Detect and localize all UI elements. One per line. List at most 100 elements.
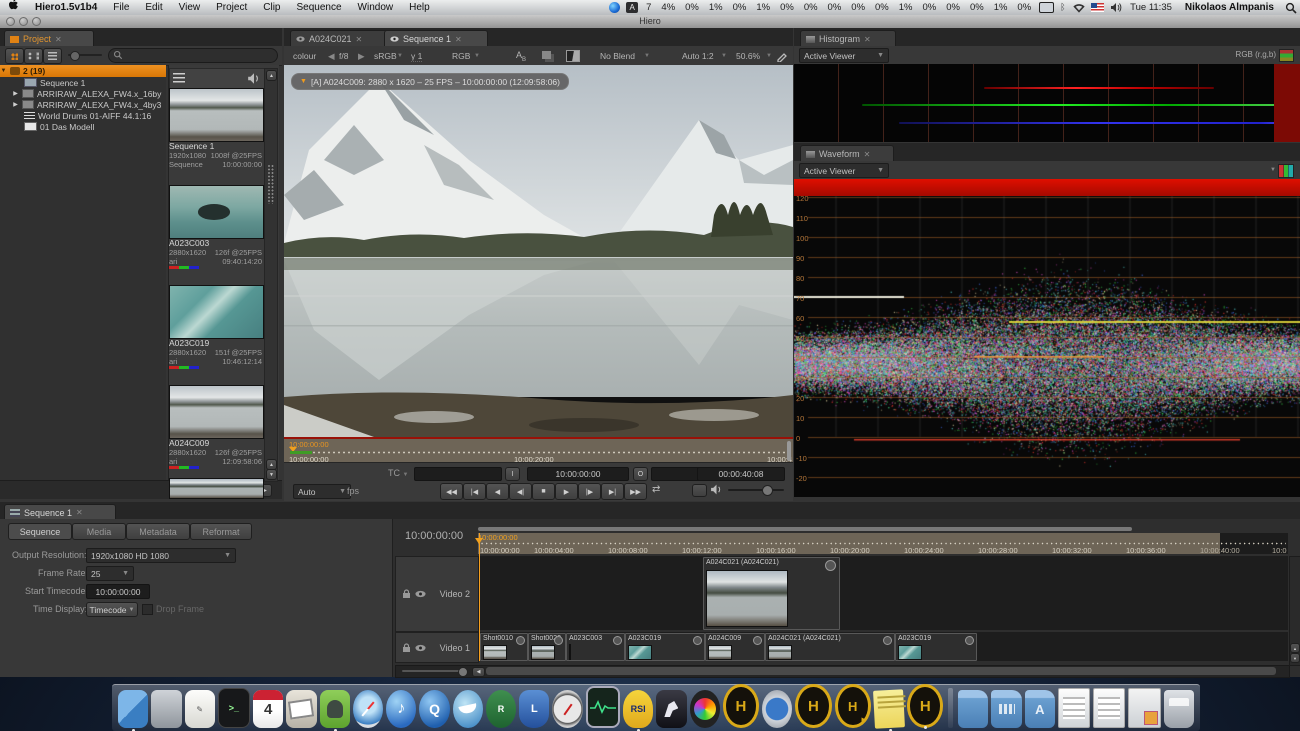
tab-timeline-sequence[interactable]: Sequence 1 ✕ <box>4 504 116 520</box>
volume-icon[interactable] <box>1110 2 1122 13</box>
list-view-button[interactable] <box>43 48 62 64</box>
window-close-button[interactable] <box>6 17 15 26</box>
waveform-viewer-select[interactable]: Active Viewer▼ <box>799 163 889 178</box>
close-icon[interactable]: ✕ <box>55 35 62 44</box>
playhead-marker[interactable] <box>289 447 297 452</box>
chevron-right-icon[interactable]: ▶ <box>12 90 19 97</box>
channels-select[interactable]: RGB <box>452 51 470 61</box>
viewer-scrubber[interactable]: 10:00:00:00 10:00:00:00 10:00:20:00 10:0… <box>284 437 793 464</box>
close-icon[interactable]: ✕ <box>76 508 83 517</box>
set-out-button[interactable]: O <box>633 467 648 481</box>
menu-view[interactable]: View <box>171 0 209 15</box>
apple-menu[interactable] <box>0 0 27 16</box>
tab-reformat[interactable]: Reformat <box>190 523 252 540</box>
dock-finder[interactable] <box>118 690 148 728</box>
clip-thumbnail[interactable] <box>169 285 264 339</box>
track-lane-video1[interactable]: Shot0010 Shot0020 A023C003 A023C019 A024… <box>478 632 1288 661</box>
step-forward-button[interactable]: |▶ <box>578 483 601 500</box>
dock-dark-horse-app[interactable] <box>656 690 686 728</box>
loop-mode-button[interactable]: ⇄ <box>652 484 660 495</box>
proxy-select[interactable]: Auto 1:2 <box>682 51 714 61</box>
menu-clock[interactable]: Tue 11:35 <box>1125 2 1177 13</box>
duration-field[interactable]: 00:00:40:08 <box>697 467 785 481</box>
colorspace-select[interactable]: sRGB <box>374 51 397 61</box>
zoom-select[interactable]: 50.6% <box>736 51 760 61</box>
set-in-button[interactable]: I <box>505 467 520 481</box>
tc-mode-select[interactable]: TC ▼ <box>388 468 408 478</box>
fstop-value[interactable]: f/8 <box>339 51 348 61</box>
dock-rsi-guard[interactable]: RSI <box>623 690 653 728</box>
display-menu-icon[interactable] <box>1039 2 1054 13</box>
dock-textedit[interactable]: ✎ <box>185 690 215 728</box>
gamma-control[interactable]: γ 1 <box>411 51 422 62</box>
lock-icon[interactable] <box>402 589 411 599</box>
dock-folder-downloads[interactable] <box>958 690 988 728</box>
close-icon[interactable]: ✕ <box>864 150 871 159</box>
scroll-down-button[interactable]: ▼ <box>1290 653 1300 663</box>
clip-thumbnail[interactable] <box>169 385 264 439</box>
menu-user[interactable]: Nikolaos Almpanis <box>1177 2 1282 13</box>
dock-calendar[interactable]: 4 <box>253 690 283 728</box>
track-header-video2[interactable]: Video 2 <box>395 556 479 632</box>
step-backward-button[interactable]: ◀| <box>509 483 532 500</box>
menu-help[interactable]: Help <box>401 0 438 15</box>
tab-project[interactable]: Project ✕ <box>4 30 94 47</box>
ab-compare-icon[interactable]: AB <box>516 50 526 63</box>
current-timecode-field[interactable]: 10:00:00:00 <box>527 467 629 481</box>
scroll-up-button[interactable]: ▲ <box>266 70 277 81</box>
rgb-parade-icon[interactable] <box>1278 164 1294 178</box>
play-button[interactable]: ▶ <box>555 483 578 500</box>
time-display-button[interactable]: Timecode▼ <box>86 602 138 617</box>
window-titlebar[interactable]: Hiero <box>0 15 1300 29</box>
clip-badge-icon[interactable] <box>825 560 836 571</box>
blend-select[interactable]: No Blend <box>600 51 635 61</box>
timeline-clip[interactable]: A024C021 (A024C021) <box>765 633 895 661</box>
app-menu-title[interactable]: Hiero1.5v1b4 <box>27 0 105 15</box>
tree-root-row[interactable]: ▼ 2 (19) <box>0 65 166 77</box>
clip-thumbnail[interactable] <box>169 88 264 142</box>
scroll-handle[interactable] <box>267 164 274 204</box>
menu-clip[interactable]: Clip <box>255 0 288 15</box>
dock-quicktime[interactable]: Q <box>419 690 449 728</box>
eyedropper-icon[interactable] <box>776 49 789 62</box>
eye-icon[interactable] <box>415 644 426 652</box>
dock-davinci-resolve[interactable] <box>690 690 720 728</box>
timeline-clip[interactable]: Shot0020 <box>528 633 566 661</box>
timeline-vscrollbar[interactable]: ▲ ▼ <box>1289 556 1300 666</box>
tab-viewer-clip[interactable]: A024C021 ✕ <box>290 30 390 47</box>
dock-hieroplayer[interactable]: H▶ <box>835 684 871 728</box>
histogram-viewer-select[interactable]: Active Viewer▼ <box>799 48 889 63</box>
dock-hiero[interactable]: H <box>723 684 759 728</box>
dock-trash[interactable] <box>1164 690 1194 728</box>
dock-hiero-3[interactable]: H <box>907 684 943 728</box>
lock-icon[interactable] <box>402 643 411 653</box>
dock-openoffice[interactable] <box>453 690 483 728</box>
fstop-plus[interactable]: ▶ <box>358 51 365 62</box>
dock-dashboard-gauge[interactable] <box>552 690 582 728</box>
previous-edit-button[interactable]: |◀ <box>463 483 486 500</box>
globe-status-icon[interactable] <box>609 2 620 13</box>
timeline-clip[interactable]: Shot0010 <box>480 633 528 661</box>
viewer-image[interactable]: ▼ [A] A024C009: 2880 x 1620 – 25 FPS – 1… <box>284 65 793 437</box>
bluetooth-icon[interactable]: ᛒ <box>1060 2 1067 13</box>
timeline-clip[interactable]: A023C019 <box>625 633 705 661</box>
close-icon[interactable]: ✕ <box>356 35 363 44</box>
dock-external-drive[interactable] <box>151 690 181 728</box>
dock-nuke[interactable] <box>762 690 792 728</box>
volume-slider[interactable] <box>728 489 784 491</box>
scroll-down-button[interactable]: ▼ <box>266 469 277 480</box>
tree-item-audio[interactable]: World Drums 01-AIFF 44.1:16 <box>0 110 166 121</box>
tab-media[interactable]: Media <box>72 523 126 540</box>
chevron-down-icon[interactable]: ▼ <box>0 68 7 74</box>
dock-document-window-2[interactable] <box>1093 688 1125 728</box>
timeline-clip[interactable]: A024C021 (A024C021) <box>703 557 840 630</box>
channel-layers-icon[interactable] <box>1279 49 1294 62</box>
menu-window[interactable]: Window <box>350 0 402 15</box>
dock-document-window-3[interactable] <box>1128 688 1160 728</box>
dock-itunes[interactable]: ♪ <box>386 690 416 728</box>
dock-hiero-2[interactable]: H <box>795 684 831 728</box>
tab-sequence[interactable]: Sequence <box>8 523 72 540</box>
dock-green-app[interactable]: R <box>486 690 516 728</box>
chevron-down-icon[interactable]: ▼ <box>1270 167 1276 173</box>
wifi-icon[interactable] <box>1073 2 1085 13</box>
